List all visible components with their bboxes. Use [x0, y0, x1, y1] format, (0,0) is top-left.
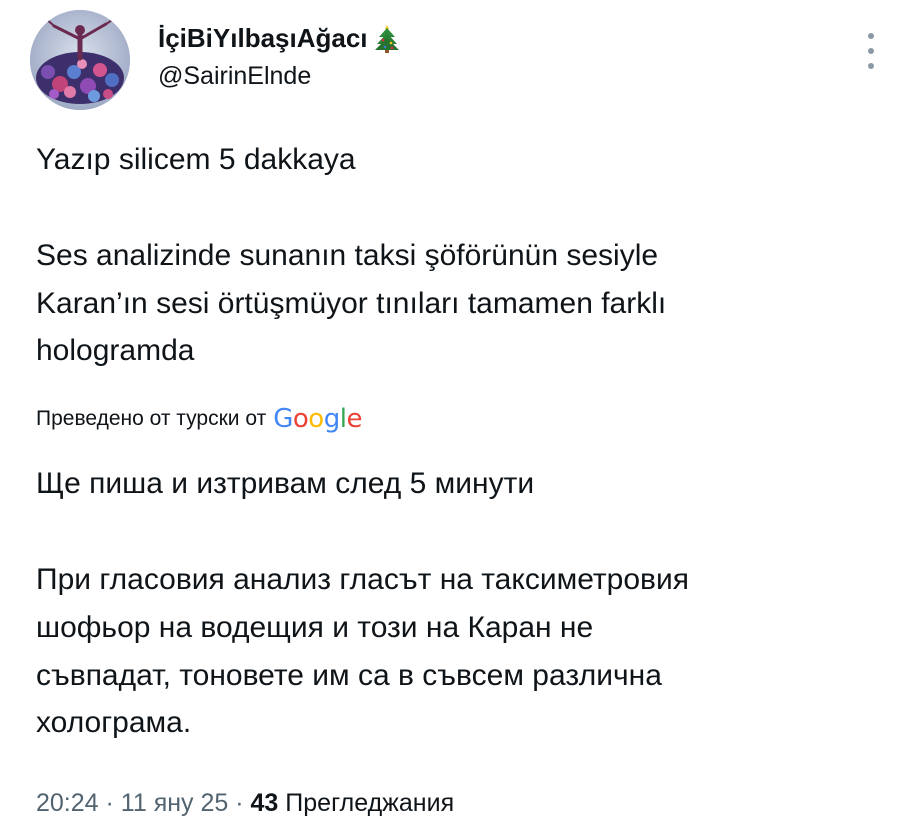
- views-count[interactable]: 43: [251, 789, 279, 817]
- christmas-tree-icon: [374, 23, 400, 53]
- original-text-line-3: Karan’ın sesi örtüşmüyor tınıları tamame…: [36, 287, 667, 320]
- author-display-name[interactable]: İçiBiYılbaşıAğacı: [158, 22, 400, 54]
- more-vertical-icon-dot: [868, 48, 874, 54]
- translated-text-line-5: холограма.: [36, 706, 192, 739]
- author-name-text: İçiBiYılbaşıAğacı: [158, 23, 368, 53]
- translation-attribution[interactable]: Преведено от турски от Google: [36, 402, 362, 436]
- more-vertical-icon: [868, 33, 874, 39]
- translation-label: Преведено от турски от: [36, 407, 267, 430]
- views-label: Прегледжания: [285, 789, 455, 817]
- original-text-line-1: Yazıp silicem 5 dakkaya: [36, 143, 356, 176]
- meta-separator: ·: [105, 789, 114, 817]
- google-logo: Google: [273, 404, 362, 434]
- translated-text-line-1: Ще пиша и изтривам след 5 минути: [36, 467, 535, 500]
- translated-text-line-2: При гласовия анализ гласът на таксиметро…: [36, 563, 689, 596]
- original-text-line-2: Ses analizinde sunanın taksi şöförünün s…: [36, 239, 659, 272]
- tweet-metadata: 20:24 · 11 яну 25 · 43 Прегледжания: [36, 786, 454, 820]
- more-options-button[interactable]: [856, 30, 886, 72]
- original-text-line-4: hologramda: [36, 334, 195, 367]
- ballerina-flowers-avatar: [30, 10, 130, 110]
- tweet: İçiBiYılbaşıAğacı @SairinElnde Yazıp sil…: [0, 0, 921, 820]
- tweet-time[interactable]: 20:24: [36, 789, 99, 817]
- translated-text-line-3: шофьор на водещия и този на Каран не: [36, 611, 594, 644]
- translated-text-line-4: съвпадат, тоновете им са в съвсем различ…: [36, 659, 662, 692]
- tweet-date[interactable]: 11 яну 25: [121, 789, 229, 817]
- more-vertical-icon-dot: [868, 63, 874, 69]
- avatar[interactable]: [30, 10, 130, 110]
- author-handle[interactable]: @SairinElnde: [158, 60, 311, 92]
- meta-separator: ·: [235, 789, 244, 817]
